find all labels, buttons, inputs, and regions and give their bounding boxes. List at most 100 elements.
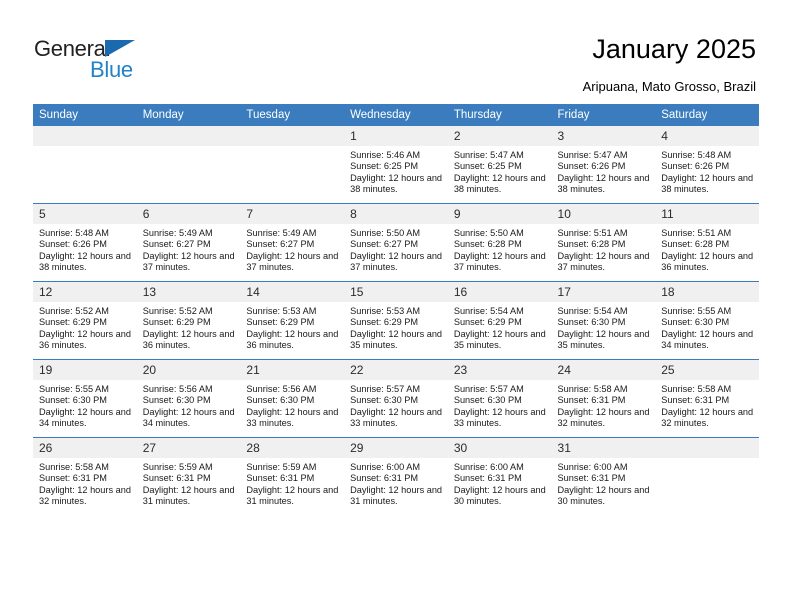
page-header: General Blue January 2025 Aripuana, Mato… bbox=[0, 0, 792, 100]
sunrise-text: Sunrise: 5:48 AM bbox=[661, 150, 732, 160]
sunset-text: Sunset: 6:30 PM bbox=[39, 395, 107, 406]
sunrise-text: Sunrise: 5:53 AM bbox=[350, 306, 421, 316]
calendar-day-cell[interactable]: 29 Sunrise: 6:00 AM Sunset: 6:31 PM Dayligh… bbox=[344, 437, 448, 515]
daylight-text: Daylight: 12 hours and 31 minutes. bbox=[246, 484, 339, 507]
day-details: Sunrise: 5:56 AM Sunset: 6:30 PM Daylight:… bbox=[137, 380, 241, 430]
day-number: 16 bbox=[447, 282, 552, 302]
day-number: 29 bbox=[344, 438, 448, 458]
day-number: 19 bbox=[33, 360, 137, 380]
calendar-day-cell[interactable]: 15 Sunrise: 5:53 AM Sunset: 6:29 PM Dayligh… bbox=[344, 281, 448, 360]
day-details: Sunrise: 6:00 AM Sunset: 6:31 PM Daylight:… bbox=[448, 458, 552, 508]
sunset-text: Sunset: 6:29 PM bbox=[246, 317, 315, 328]
sunrise-text: Sunrise: 5:47 AM bbox=[557, 150, 628, 160]
sunrise-text: Sunrise: 5:47 AM bbox=[453, 150, 524, 160]
sunset-text: Sunset: 6:31 PM bbox=[557, 395, 626, 406]
daylight-text: Daylight: 12 hours and 31 minutes. bbox=[142, 484, 235, 507]
sunrise-text: Sunrise: 5:57 AM bbox=[350, 384, 421, 394]
calendar-day-cell[interactable]: 30 Sunrise: 6:00 AM Sunset: 6:31 PM Dayligh… bbox=[447, 437, 552, 515]
daylight-text: Daylight: 12 hours and 36 minutes. bbox=[142, 328, 235, 351]
calendar-day-cell[interactable]: 3 Sunrise: 5:47 AM Sunset: 6:26 PM Daylight… bbox=[551, 126, 656, 204]
sunset-text: Sunset: 6:27 PM bbox=[246, 239, 315, 250]
sunset-text: Sunset: 6:25 PM bbox=[350, 161, 419, 172]
day-details: Sunrise: 5:56 AM Sunset: 6:30 PM Daylight:… bbox=[240, 380, 344, 430]
calendar-header-row: Sunday Monday Tuesday Wednesday Thursday… bbox=[33, 104, 759, 126]
daylight-text: Daylight: 12 hours and 37 minutes. bbox=[557, 250, 650, 273]
day-number: 17 bbox=[551, 282, 656, 302]
calendar-day-cell[interactable]: 6 Sunrise: 5:49 AM Sunset: 6:27 PM Daylight… bbox=[136, 203, 241, 282]
daylight-text: Daylight: 12 hours and 37 minutes. bbox=[453, 250, 546, 273]
day-number: 22 bbox=[344, 360, 448, 380]
calendar-day-cell[interactable]: 13 Sunrise: 5:52 AM Sunset: 6:29 PM Dayligh… bbox=[136, 281, 241, 360]
sunset-text: Sunset: 6:25 PM bbox=[453, 161, 522, 172]
calendar-day-cell[interactable]: 22 Sunrise: 5:57 AM Sunset: 6:30 PM Dayligh… bbox=[344, 359, 448, 438]
calendar-day-cell[interactable]: 5 Sunrise: 5:48 AM Sunset: 6:26 PM Daylight… bbox=[33, 203, 137, 282]
calendar-day-cell[interactable]: 19 Sunrise: 5:55 AM Sunset: 6:30 PM Dayligh… bbox=[33, 359, 137, 438]
day-number: 13 bbox=[136, 282, 241, 302]
calendar-day-cell[interactable]: 12 Sunrise: 5:52 AM Sunset: 6:29 PM Dayligh… bbox=[33, 281, 137, 360]
calendar-day-cell[interactable]: 21 Sunrise: 5:56 AM Sunset: 6:30 PM Dayligh… bbox=[240, 359, 345, 438]
sunrise-text: Sunrise: 5:57 AM bbox=[453, 384, 524, 394]
daylight-text: Daylight: 12 hours and 32 minutes. bbox=[557, 406, 650, 429]
day-number: 14 bbox=[240, 282, 345, 302]
day-details: Sunrise: 5:57 AM Sunset: 6:30 PM Daylight:… bbox=[448, 380, 552, 430]
day-details: Sunrise: 5:47 AM Sunset: 6:25 PM Daylight:… bbox=[448, 146, 552, 196]
sunset-text: Sunset: 6:29 PM bbox=[453, 317, 522, 328]
calendar-day-cell[interactable]: 20 Sunrise: 5:56 AM Sunset: 6:30 PM Dayligh… bbox=[136, 359, 241, 438]
weekday-header-wednesday: Wednesday bbox=[344, 104, 448, 126]
calendar-day-cell[interactable]: 9 Sunrise: 5:50 AM Sunset: 6:28 PM Daylight… bbox=[447, 203, 552, 282]
day-number: 1 bbox=[344, 126, 448, 146]
sunrise-text: Sunrise: 5:53 AM bbox=[246, 306, 317, 316]
calendar-day-cell[interactable]: 8 Sunrise: 5:50 AM Sunset: 6:27 PM Daylight… bbox=[344, 203, 448, 282]
sunrise-text: Sunrise: 5:49 AM bbox=[142, 228, 213, 238]
day-details: Sunrise: 5:52 AM Sunset: 6:29 PM Daylight:… bbox=[33, 302, 137, 352]
sunset-text: Sunset: 6:30 PM bbox=[350, 395, 419, 406]
daylight-text: Daylight: 12 hours and 33 minutes. bbox=[453, 406, 546, 429]
calendar-day-cell[interactable]: 25 Sunrise: 5:58 AM Sunset: 6:31 PM Dayligh… bbox=[655, 359, 759, 438]
sunrise-text: Sunrise: 5:58 AM bbox=[661, 384, 732, 394]
sunrise-text: Sunrise: 6:00 AM bbox=[350, 462, 421, 472]
sunrise-text: Sunrise: 5:46 AM bbox=[350, 150, 421, 160]
calendar-day-cell[interactable]: 28 Sunrise: 5:59 AM Sunset: 6:31 PM Dayligh… bbox=[240, 437, 345, 515]
calendar-day-cell-empty bbox=[240, 126, 345, 204]
calendar-day-cell[interactable]: 16 Sunrise: 5:54 AM Sunset: 6:29 PM Dayligh… bbox=[447, 281, 552, 360]
calendar-day-cell[interactable]: 7 Sunrise: 5:49 AM Sunset: 6:27 PM Daylight… bbox=[240, 203, 345, 282]
calendar-day-cell[interactable]: 26 Sunrise: 5:58 AM Sunset: 6:31 PM Dayligh… bbox=[33, 437, 137, 515]
sunrise-text: Sunrise: 5:51 AM bbox=[661, 228, 732, 238]
calendar-day-cell[interactable]: 14 Sunrise: 5:53 AM Sunset: 6:29 PM Dayligh… bbox=[240, 281, 345, 360]
day-details: Sunrise: 5:59 AM Sunset: 6:31 PM Daylight:… bbox=[137, 458, 241, 508]
sunset-text: Sunset: 6:30 PM bbox=[142, 395, 211, 406]
calendar-day-cell[interactable]: 18 Sunrise: 5:55 AM Sunset: 6:30 PM Dayligh… bbox=[655, 281, 759, 360]
day-details: Sunrise: 6:00 AM Sunset: 6:31 PM Daylight:… bbox=[552, 458, 656, 508]
calendar-day-cell[interactable]: 2 Sunrise: 5:47 AM Sunset: 6:25 PM Daylight… bbox=[447, 126, 552, 204]
daylight-text: Daylight: 12 hours and 33 minutes. bbox=[350, 406, 443, 429]
sunrise-text: Sunrise: 5:56 AM bbox=[142, 384, 213, 394]
daylight-text: Daylight: 12 hours and 33 minutes. bbox=[246, 406, 339, 429]
day-details: Sunrise: 5:58 AM Sunset: 6:31 PM Daylight:… bbox=[552, 380, 656, 430]
calendar-week-row: 19 Sunrise: 5:55 AM Sunset: 6:30 PM Dayligh… bbox=[33, 359, 759, 438]
day-details: Sunrise: 5:49 AM Sunset: 6:27 PM Daylight:… bbox=[240, 224, 344, 274]
calendar-day-cell[interactable]: 10 Sunrise: 5:51 AM Sunset: 6:28 PM Dayligh… bbox=[551, 203, 656, 282]
calendar-day-cell[interactable]: 27 Sunrise: 5:59 AM Sunset: 6:31 PM Dayligh… bbox=[136, 437, 241, 515]
daylight-text: Daylight: 12 hours and 35 minutes. bbox=[557, 328, 650, 351]
calendar-day-cell[interactable]: 1 Sunrise: 5:46 AM Sunset: 6:25 PM Daylight… bbox=[344, 126, 448, 204]
sunset-text: Sunset: 6:27 PM bbox=[350, 239, 419, 250]
calendar-day-cell[interactable]: 4 Sunrise: 5:48 AM Sunset: 6:26 PM Daylight… bbox=[655, 126, 759, 204]
sunset-text: Sunset: 6:26 PM bbox=[39, 239, 107, 250]
sunset-text: Sunset: 6:27 PM bbox=[142, 239, 211, 250]
sunrise-text: Sunrise: 5:58 AM bbox=[39, 462, 109, 472]
day-details: Sunrise: 5:51 AM Sunset: 6:28 PM Daylight:… bbox=[655, 224, 759, 274]
sunrise-text: Sunrise: 5:50 AM bbox=[453, 228, 524, 238]
day-details: Sunrise: 5:58 AM Sunset: 6:31 PM Daylight:… bbox=[33, 458, 137, 508]
calendar-day-cell[interactable]: 31 Sunrise: 6:00 AM Sunset: 6:31 PM Dayligh… bbox=[551, 437, 656, 515]
calendar-day-cell[interactable]: 24 Sunrise: 5:58 AM Sunset: 6:31 PM Dayligh… bbox=[551, 359, 656, 438]
daylight-text: Daylight: 12 hours and 30 minutes. bbox=[557, 484, 650, 507]
calendar-day-cell[interactable]: 17 Sunrise: 5:54 AM Sunset: 6:30 PM Dayligh… bbox=[551, 281, 656, 360]
calendar-day-cell[interactable]: 23 Sunrise: 5:57 AM Sunset: 6:30 PM Dayligh… bbox=[447, 359, 552, 438]
calendar-day-cell[interactable]: 11 Sunrise: 5:51 AM Sunset: 6:28 PM Dayligh… bbox=[655, 203, 759, 282]
day-number: 6 bbox=[136, 204, 241, 224]
calendar-week-row: 12 Sunrise: 5:52 AM Sunset: 6:29 PM Dayligh… bbox=[33, 281, 759, 360]
day-details: Sunrise: 5:50 AM Sunset: 6:28 PM Daylight:… bbox=[448, 224, 552, 274]
sunrise-text: Sunrise: 5:52 AM bbox=[142, 306, 213, 316]
sunset-text: Sunset: 6:29 PM bbox=[142, 317, 211, 328]
daylight-text: Daylight: 12 hours and 35 minutes. bbox=[350, 328, 443, 351]
